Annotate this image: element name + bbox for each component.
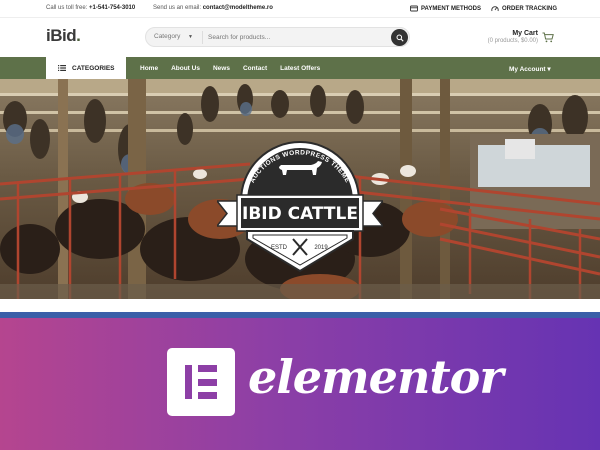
email-address[interactable]: contact@modeltheme.ro <box>203 5 273 11</box>
search-input[interactable] <box>208 31 388 44</box>
order-tracking-label: ORDER TRACKING <box>502 5 557 12</box>
main-nav: CATEGORIES Home About Us News Contact La… <box>0 57 600 79</box>
top-bar: Call us toll free: +1-541-754-3010 Send … <box>0 0 600 18</box>
email-label: Send us an email: <box>153 5 202 11</box>
site-logo[interactable]: iBid. <box>46 26 81 46</box>
hero-banner: AUCTIONS WORDPRESS THEME IBID CATTLE EST… <box>0 79 600 299</box>
categories-button[interactable]: CATEGORIES <box>46 57 126 79</box>
search-divider <box>202 31 203 44</box>
payment-icon <box>410 5 418 12</box>
logo-dot: . <box>76 26 81 45</box>
email-info: Send us an email: contact@modeltheme.ro <box>153 5 273 11</box>
site-header: iBid. Category ▼ My Cart (0 products, $0… <box>0 18 600 57</box>
elementor-logo-icon <box>167 348 235 416</box>
phone-number[interactable]: +1-541-754-3010 <box>89 5 135 11</box>
category-select[interactable]: Category <box>154 33 180 40</box>
search-bar: Category ▼ <box>145 27 410 47</box>
spacer <box>0 299 600 312</box>
badge-year: 2019 <box>314 245 328 251</box>
cart-title: My Cart <box>512 30 538 37</box>
nav-contact[interactable]: Contact <box>243 65 267 72</box>
phone-info: Call us toll free: +1-541-754-3010 <box>46 5 135 11</box>
menu-icon <box>58 65 66 71</box>
cart-summary[interactable]: My Cart (0 products, $0.00) <box>480 30 538 44</box>
nav-home[interactable]: Home <box>140 65 158 72</box>
payment-methods-label: PAYMENT METHODS <box>421 5 482 12</box>
search-button[interactable] <box>391 29 408 46</box>
logo-text: iBid <box>46 26 77 45</box>
chevron-down-icon: ▼ <box>188 34 193 40</box>
cart-details: (0 products, $0.00) <box>487 38 538 44</box>
categories-label: CATEGORIES <box>72 64 115 72</box>
badge-title: IBID CATTLE <box>242 204 358 224</box>
ibid-cattle-badge: AUCTIONS WORDPRESS THEME IBID CATTLE EST… <box>217 141 383 273</box>
search-icon <box>396 34 404 42</box>
nav-latest-offers[interactable]: Latest Offers <box>280 65 320 72</box>
nav-about-us[interactable]: About Us <box>171 65 200 72</box>
nav-links: Home About Us News Contact Latest Offers <box>140 57 320 79</box>
elementor-wordmark: elementor <box>248 350 504 404</box>
nav-news[interactable]: News <box>213 65 230 72</box>
my-account-menu[interactable]: My Account ▾ <box>509 65 551 73</box>
badge-estd: ESTD <box>271 245 288 251</box>
cart-icon[interactable] <box>542 32 554 43</box>
payment-methods-link[interactable]: PAYMENT METHODS <box>410 5 481 12</box>
elementor-banner: elementor <box>0 318 600 450</box>
phone-label: Call us toll free: <box>46 5 88 11</box>
tracking-icon <box>491 6 499 12</box>
order-tracking-link[interactable]: ORDER TRACKING <box>491 5 557 12</box>
